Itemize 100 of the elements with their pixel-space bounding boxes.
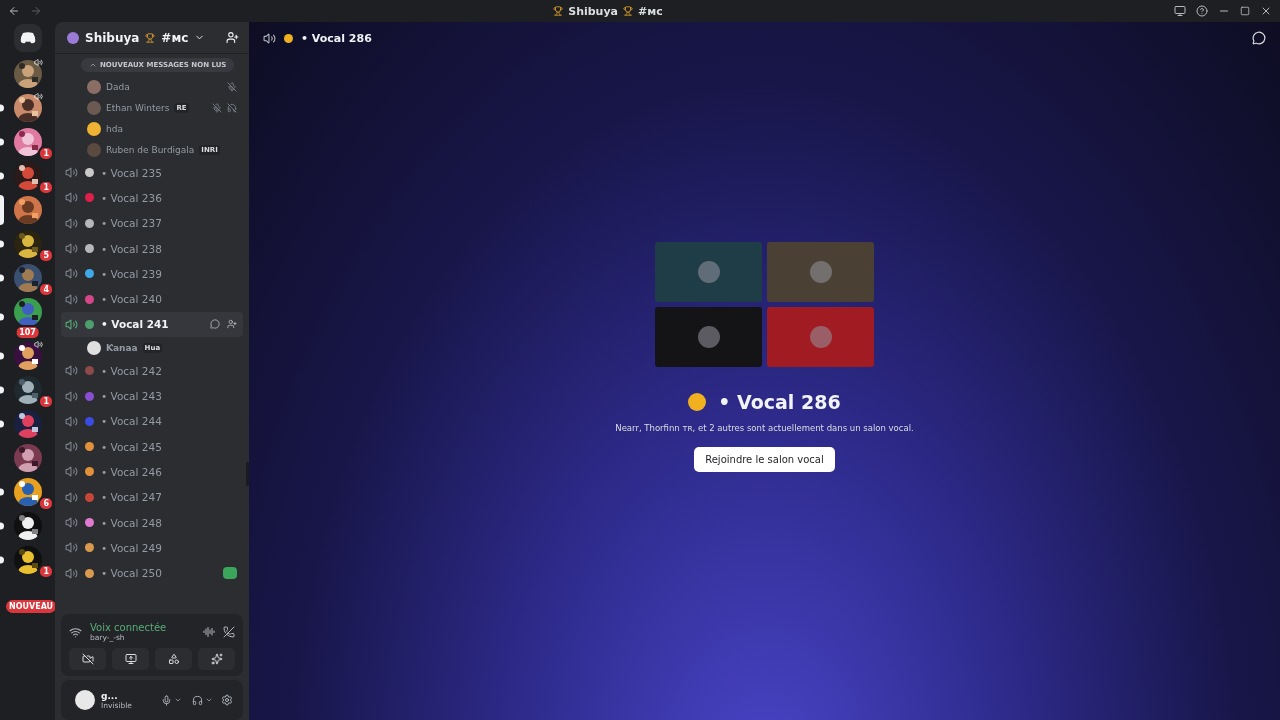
new-badge: NOUVEAU [6,600,55,613]
server-avatar[interactable] [13,196,42,224]
soundboard-button[interactable] [198,648,235,670]
voice-channel[interactable]: • Vocal 236 [61,185,243,211]
member-name[interactable]: hda [106,123,123,134]
voice-channel[interactable]: • Vocal 238 [61,235,243,262]
connection-icon[interactable] [69,625,82,639]
speaker-icon [65,242,78,256]
speaker-icon [65,414,78,428]
channel-name: • Vocal 239 [101,267,162,280]
speaker-icon [263,31,276,45]
server-avatar[interactable] [13,162,42,190]
server-icon [67,31,79,44]
headphones-icon [192,694,203,706]
screen-share-button[interactable] [112,648,149,670]
user-avatar[interactable] [75,690,95,710]
channel-title: • Vocal 286 [301,31,372,45]
microphone-icon [161,694,172,706]
voice-channel[interactable]: • Vocal 247 [61,484,243,510]
camera-off-icon [81,653,94,665]
channel-name: • Vocal 237 [101,217,162,230]
voice-channel[interactable]: • Vocal 235 [61,160,243,186]
voice-channel[interactable]: • Vocal 237 [61,210,243,236]
channel-name: • Vocal 248 [101,516,162,529]
member-avatar [87,340,101,355]
channel-name: • Vocal 249 [101,541,162,554]
member-name[interactable]: Dada [106,81,130,92]
disconnect-icon[interactable] [223,626,235,638]
member-avatar [87,121,101,136]
unread-badge: 5 [38,248,54,263]
server-avatar[interactable] [13,512,42,540]
server-avatar[interactable] [13,444,42,472]
speaker-icon [65,364,78,378]
speaker-icon [65,216,78,230]
channel-name: • Vocal 243 [101,390,162,402]
voice-channel[interactable]: • Vocal 243 [61,383,243,409]
sun-icon [284,33,293,43]
voice-channel[interactable]: • Vocal 249 [61,535,243,561]
member-avatar [87,100,101,115]
voice-channel[interactable]: • Vocal 241 [61,311,243,338]
voice-channel[interactable]: • Vocal 245 [61,433,243,460]
voice-channel[interactable]: • Vocal 244 [61,408,243,434]
back-icon[interactable] [8,5,20,17]
soundboard-icon[interactable] [203,626,215,638]
unread-badge: 107 [14,325,41,340]
speaker-icon [65,516,78,529]
member-name[interactable]: Ethan Winters [106,102,170,113]
speaker-icon [65,440,78,454]
server-avatar[interactable] [13,376,42,404]
settings-icon[interactable] [221,694,233,706]
server-avatar[interactable] [13,60,42,88]
server-avatar[interactable] [13,546,42,574]
unread-badge: 1 [38,394,54,409]
channel-name: • Vocal 241 [101,318,169,331]
screen-share-icon [124,653,137,665]
maximize-icon[interactable] [1240,6,1250,16]
close-icon[interactable] [1260,5,1272,17]
camera-button[interactable] [69,648,106,670]
member-name[interactable]: Ƙanaa [106,342,138,353]
channel-name: • Vocal 244 [101,415,162,428]
voice-status: Voix connectée [90,622,168,633]
chat-icon[interactable] [1252,31,1266,45]
window-title: Shibuya [568,4,619,18]
avatar-icon [697,261,720,283]
help-icon[interactable] [1196,5,1208,17]
voice-channel[interactable]: • Vocal 248 [61,509,243,536]
voice-channel[interactable]: • Vocal 246 [61,459,243,485]
speaker-icon [65,541,78,555]
server-avatar[interactable] [13,342,42,370]
speaker-icon [65,292,78,306]
server-avatar[interactable] [13,128,42,156]
member-name[interactable]: Ruben de Burdigala [106,144,195,155]
server-avatar[interactable] [13,94,42,122]
voice-channel[interactable]: • Vocal 250 [61,560,243,586]
channel-name: • Vocal 236 [101,191,162,204]
member-avatar [87,79,101,94]
activities-button[interactable] [155,648,192,670]
avatar-icon [809,261,832,283]
voice-channel[interactable]: • Vocal 240 [61,286,243,312]
member-avatar [87,142,101,157]
invite-icon[interactable] [227,319,237,330]
unread-badge: 4 [38,282,54,297]
voice-channel[interactable]: • Vocal 242 [61,358,243,384]
speaker-icon [65,191,78,205]
avatar-icon [697,326,720,348]
monitor-icon[interactable] [1174,5,1186,17]
join-voice-button[interactable]: Rejoindre le salon vocal [694,447,835,472]
home-button[interactable] [13,24,42,52]
voice-channel[interactable]: • Vocal 239 [61,261,243,287]
channel-heading: • Vocal 286 [718,391,841,413]
server-avatar[interactable] [13,410,42,438]
invite-icon[interactable] [226,31,239,44]
server-avatar[interactable] [13,478,42,506]
channel-name: • Vocal 247 [101,491,162,504]
channel-name: • Vocal 242 [101,364,162,377]
channel-name: • Vocal 245 [101,440,162,453]
user-name: g... [101,690,118,701]
chevron-up-icon [89,61,97,69]
server-name[interactable]: Shibuya [85,30,140,45]
server-avatar[interactable] [13,230,42,258]
